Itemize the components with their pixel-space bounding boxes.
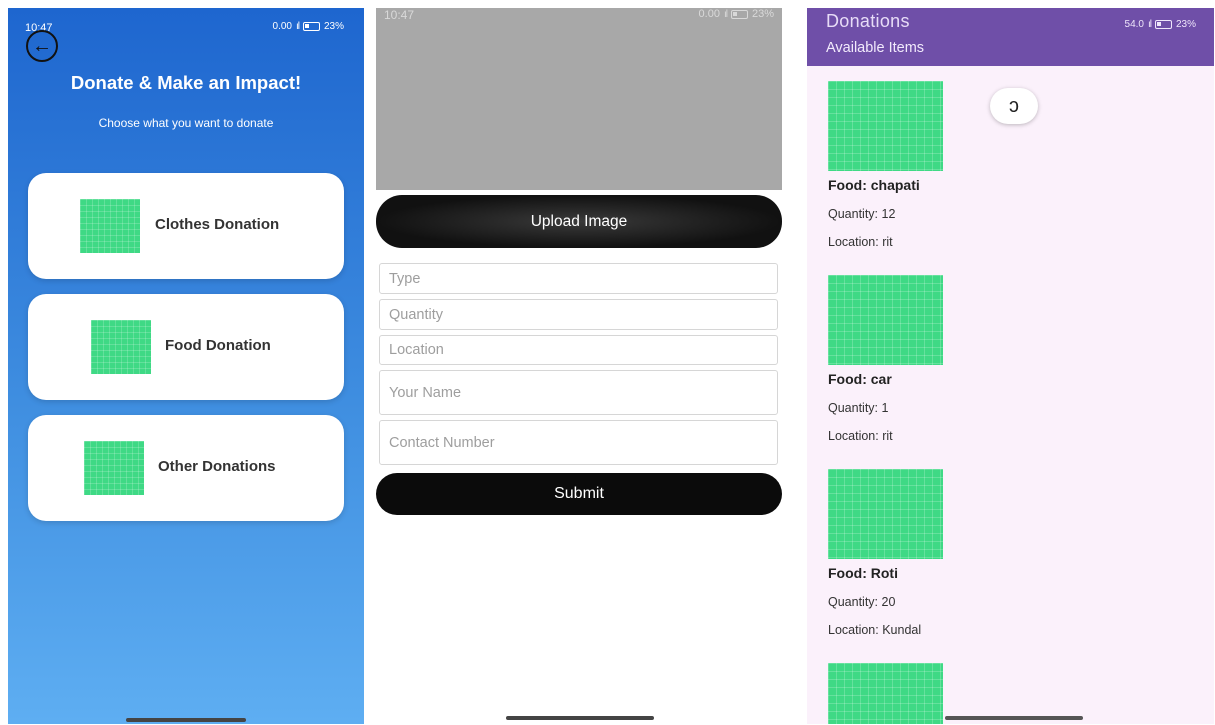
item-quantity: Quantity: 20 xyxy=(828,595,896,609)
item-image xyxy=(828,469,943,559)
clothes-image-placeholder xyxy=(80,199,140,253)
network-speed: 54.0 xyxy=(1124,19,1144,30)
item-quantity: Quantity: 1 xyxy=(828,401,889,415)
item-title: Food: chapati xyxy=(828,177,920,193)
battery-icon xyxy=(730,9,748,19)
item-location: Location: rit xyxy=(828,235,893,249)
item-title: Food: Roti xyxy=(828,565,898,581)
stage: 10:47 0.00 ıl 23% ← Donate & Make an Imp… xyxy=(0,0,1215,725)
status-bar-icons: 54.0 ıl 23% xyxy=(1125,19,1196,30)
back-arrow-icon[interactable]: ← xyxy=(26,30,58,62)
submit-button[interactable]: Submit xyxy=(376,473,782,515)
other-image-placeholder xyxy=(84,441,144,495)
upload-image-button[interactable]: Upload Image xyxy=(376,195,782,248)
item-image xyxy=(828,275,943,365)
your-name-field[interactable]: Your Name xyxy=(379,370,778,415)
network-speed: 0.00 xyxy=(272,21,292,32)
status-time: 10:47 xyxy=(384,8,415,22)
battery-percent: 23% xyxy=(323,21,344,32)
item-quantity: Quantity: 12 xyxy=(828,207,896,221)
clothes-donation-card[interactable]: Clothes Donation xyxy=(28,173,344,279)
page-subtitle: Choose what you want to donate xyxy=(98,116,274,130)
item-location: Location: Kundal xyxy=(828,623,922,637)
item-location: Location: rit xyxy=(828,429,893,443)
page-title: Donate & Make an Impact! xyxy=(70,72,302,93)
home-indicator[interactable] xyxy=(945,716,1083,720)
battery-icon xyxy=(302,22,320,31)
donate-category-screen: 10:47 0.00 ıl 23% ← Donate & Make an Imp… xyxy=(8,8,364,724)
contact-number-field[interactable]: Contact Number xyxy=(379,420,778,465)
other-donations-label: Other Donations xyxy=(158,458,276,475)
item-image xyxy=(828,81,943,171)
status-bar-icons: 0.00 ıl 23% xyxy=(273,21,344,32)
quantity-field[interactable]: Quantity xyxy=(379,299,778,330)
other-donations-card[interactable]: Other Donations xyxy=(28,415,344,521)
image-preview: 10:47 0.00 ıl 23% xyxy=(376,8,782,190)
app-bar-title: Donations xyxy=(826,11,910,31)
signal-icon: ıl xyxy=(723,8,728,20)
food-image-placeholder xyxy=(91,320,151,374)
home-indicator[interactable] xyxy=(506,716,654,720)
battery-icon xyxy=(1154,20,1172,29)
signal-icon: ıl xyxy=(1147,19,1152,30)
battery-percent: 23% xyxy=(751,8,774,20)
app-bar: Donations Available Items 54.0 ıl 23% xyxy=(807,8,1214,66)
app-bar-subtitle: Available Items xyxy=(826,40,925,56)
food-donation-label: Food Donation xyxy=(165,337,271,354)
donation-form-screen: 10:47 0.00 ıl 23% Upload Image Type Quan… xyxy=(376,8,782,724)
battery-percent: 23% xyxy=(1175,19,1196,30)
home-indicator[interactable] xyxy=(126,718,246,722)
clothes-donation-label: Clothes Donation xyxy=(155,216,280,233)
signal-icon: ıl xyxy=(295,21,300,32)
refresh-spinner-icon: ↄ xyxy=(990,88,1038,124)
donations-list-screen: Donations Available Items 54.0 ıl 23% ↄ … xyxy=(807,8,1214,724)
food-donation-card[interactable]: Food Donation xyxy=(28,294,344,400)
location-field[interactable]: Location xyxy=(379,335,778,365)
status-bar-icons: 0.00 ıl 23% xyxy=(699,8,774,20)
network-speed: 0.00 xyxy=(698,8,720,20)
type-field[interactable]: Type xyxy=(379,263,778,294)
item-image xyxy=(828,663,943,724)
item-title: Food: car xyxy=(828,371,892,387)
